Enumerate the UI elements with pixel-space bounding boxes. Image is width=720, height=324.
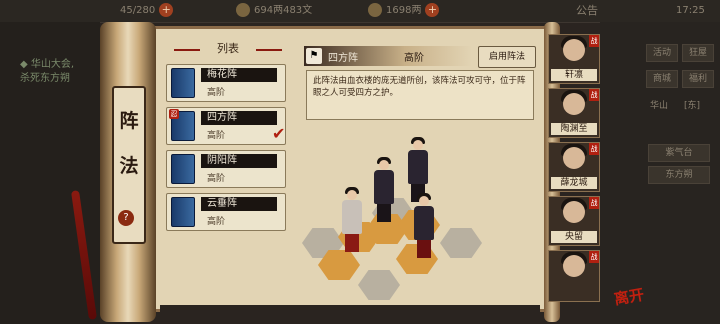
battle-flag: 战 — [589, 251, 599, 263]
formation-level: 高阶 — [207, 174, 226, 184]
character-figure[interactable] — [370, 157, 398, 226]
side-button-ziqitai[interactable]: 紫气台 — [648, 144, 710, 162]
roster-name: 央留 — [551, 231, 597, 243]
roster-name: 薛龙城 — [551, 177, 597, 189]
book-icon — [171, 197, 195, 227]
header-line-left — [174, 49, 200, 51]
formation-card-yinyang[interactable]: 阴阳阵 高阶 — [166, 150, 286, 188]
money-icon — [236, 3, 250, 17]
mall-button[interactable]: 商城 — [646, 70, 678, 88]
character-figure[interactable] — [338, 187, 366, 256]
quest-line-1: ◆ 华山大会, — [20, 59, 75, 70]
formation-name: 梅花阵 — [201, 68, 277, 82]
avatar — [563, 255, 585, 277]
roster-name: 轩凛 — [551, 69, 597, 81]
avatar — [563, 201, 585, 223]
notice-button[interactable]: 公告 — [576, 3, 598, 19]
gold-icon — [368, 3, 382, 17]
formation-badge: 忍 — [169, 109, 179, 119]
detail-name: 四方阵 — [328, 53, 358, 64]
avatar — [563, 93, 585, 115]
resource-stamina: 45/280 + — [120, 3, 174, 19]
formation-card-meihua[interactable]: 梅花阵 高阶 — [166, 64, 286, 102]
quest-tracker[interactable]: ◆ 华山大会, 杀死东方朔 — [20, 58, 74, 86]
book-icon — [171, 154, 195, 184]
detail-level: 高阶 — [404, 53, 424, 64]
selected-check-icon: ✔ — [272, 124, 286, 143]
flag-icon: ⚑ — [306, 48, 322, 64]
avatar — [563, 39, 585, 61]
resource-gold: 1698两 + — [368, 3, 440, 19]
welfare-button[interactable]: 福利 — [682, 70, 714, 88]
shop2-button[interactable]: 狂屋 — [682, 44, 714, 62]
roster-member[interactable]: 战薛龙城 — [548, 142, 600, 192]
top-resource-bar — [0, 0, 720, 23]
title-char-1: 阵 — [119, 110, 139, 132]
battle-flag: 战 — [589, 143, 599, 155]
formation-level: 高阶 — [207, 88, 226, 98]
location-direction: [东] — [684, 101, 701, 111]
roster-name: 陶渊至 — [551, 123, 597, 135]
add-gold-button[interactable]: + — [425, 3, 440, 17]
clock-text: 17:25 — [676, 5, 705, 16]
quest-line-2: 杀死东方朔 — [20, 73, 70, 84]
roster-member[interactable]: 战陶渊至 — [548, 88, 600, 138]
formation-card-yunchui[interactable]: 云垂阵 高阶 — [166, 193, 286, 231]
help-button[interactable]: ? — [118, 210, 134, 226]
roster-member[interactable]: 战央留 — [548, 196, 600, 246]
formation-card-sifang[interactable]: 忍 四方阵 高阶 — [166, 107, 286, 145]
bottom-toolbar — [160, 305, 540, 324]
list-header-label: 列表 — [217, 42, 239, 55]
formation-name: 阴阳阵 — [201, 154, 277, 168]
avatar — [563, 147, 585, 169]
side-button-dongfangshuo[interactable]: 东方朔 — [648, 166, 710, 184]
battle-flag: 战 — [589, 89, 599, 101]
roster-member[interactable]: 战轩凛 — [548, 34, 600, 84]
header-line-right — [256, 49, 282, 51]
resource-money: 694两483文 — [236, 3, 312, 19]
detail-header: ⚑ 四方阵 高阶 — [304, 46, 472, 66]
formation-name: 云垂阵 — [201, 197, 277, 211]
formation-description: 此阵法由血衣楼的庞无道所创，该阵法可攻可守，位于阵眼之人可受四方之护。 — [306, 70, 534, 120]
book-icon — [171, 68, 195, 98]
roster-member[interactable]: 战 — [548, 250, 600, 302]
activity-button[interactable]: 活动 — [646, 44, 678, 62]
battle-flag: 战 — [589, 35, 599, 47]
character-figure[interactable] — [410, 193, 438, 262]
add-stamina-button[interactable]: + — [159, 3, 174, 17]
location-name: 华山 — [650, 101, 669, 111]
formation-level: 高阶 — [207, 131, 226, 141]
battle-flag: 战 — [589, 197, 599, 209]
formation-level: 高阶 — [207, 217, 226, 227]
use-formation-button[interactable]: 启用阵法 — [478, 46, 536, 68]
formation-name: 四方阵 — [201, 111, 277, 125]
title-char-2: 法 — [119, 155, 139, 177]
list-header: 列表 — [172, 42, 284, 56]
